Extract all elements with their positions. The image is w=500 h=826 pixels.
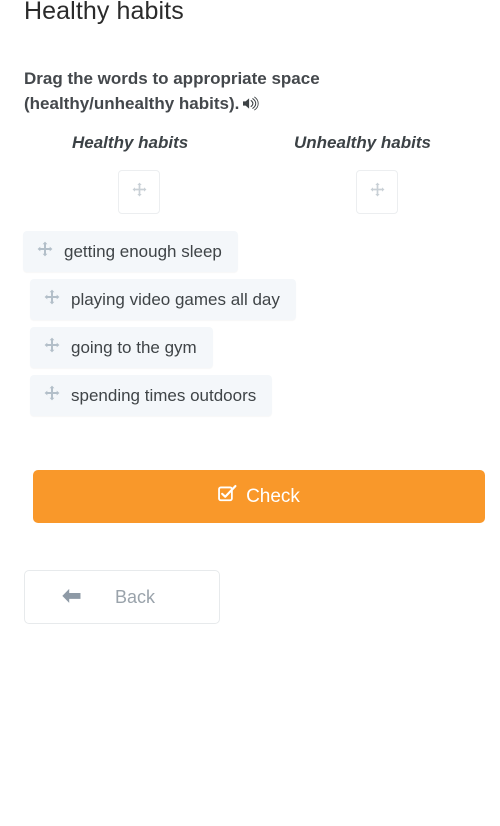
column-header-healthy: Healthy habits	[72, 133, 189, 152]
move-icon	[44, 385, 60, 406]
dropzone-healthy[interactable]	[118, 170, 160, 214]
check-button[interactable]: Check	[33, 470, 485, 523]
draggable-word[interactable]: playing video games all day	[30, 279, 296, 320]
move-icon	[44, 289, 60, 310]
instruction-label: Drag the words to appropriate space (hea…	[24, 69, 320, 113]
column-header-unhealthy: Unhealthy habits	[294, 133, 431, 152]
draggable-word-label: getting enough sleep	[64, 241, 222, 261]
draggable-word[interactable]: getting enough sleep	[23, 231, 238, 272]
dropzone-unhealthy[interactable]	[356, 170, 398, 214]
move-icon	[132, 182, 147, 202]
page-title: Healthy habits	[24, 0, 184, 25]
move-icon	[44, 337, 60, 358]
draggable-word[interactable]: spending times outdoors	[30, 375, 273, 416]
draggable-word[interactable]: going to the gym	[30, 327, 213, 368]
back-button[interactable]: Back	[24, 570, 220, 624]
draggable-word-label: playing video games all day	[71, 289, 280, 309]
speaker-icon[interactable]	[242, 93, 259, 118]
checkbox-checked-icon	[218, 484, 237, 509]
check-button-label: Check	[246, 485, 300, 507]
draggable-word-label: going to the gym	[71, 337, 197, 357]
exercise-page: Healthy habits Drag the words to appropr…	[0, 0, 500, 826]
draggable-word-label: spending times outdoors	[71, 385, 257, 405]
back-button-label: Back	[114, 586, 156, 607]
move-icon	[37, 241, 53, 262]
instruction-text: Drag the words to appropriate space (hea…	[24, 66, 454, 118]
move-icon	[370, 182, 385, 202]
